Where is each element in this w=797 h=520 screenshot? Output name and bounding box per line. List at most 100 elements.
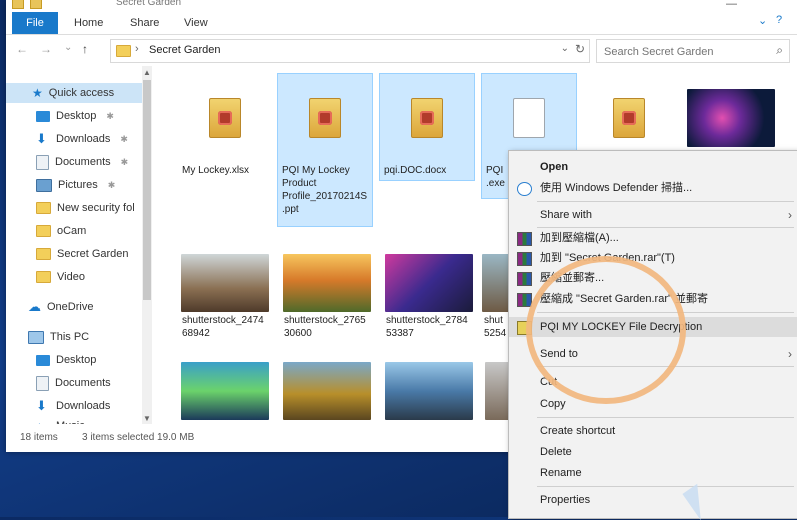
menu-separator xyxy=(537,312,794,313)
pin-icon[interactable]: ✱ xyxy=(108,175,116,195)
scrollbar-thumb[interactable] xyxy=(143,80,151,300)
menu-item-compress-rar-email[interactable]: 壓縮成 "Secret Garden.rar" 並郵寄 xyxy=(509,289,797,309)
address-dropdown-button[interactable]: ⌄ xyxy=(561,43,569,54)
sidebar-item-documents[interactable]: Documents ✱ xyxy=(36,152,128,172)
sidebar-item-pc-desktop[interactable]: Desktop xyxy=(36,350,96,370)
help-button[interactable]: ? xyxy=(776,14,782,26)
menu-item-add-archive[interactable]: 加到壓縮檔(A)... xyxy=(509,228,797,248)
pin-icon[interactable]: ✱ xyxy=(121,152,129,172)
sidebar-item-onedrive[interactable]: ☁ OneDrive xyxy=(28,297,93,317)
locked-file-icon xyxy=(411,98,443,138)
tab-view[interactable]: View xyxy=(178,14,214,32)
file-item-photo[interactable] xyxy=(684,74,778,162)
locked-file-icon xyxy=(613,98,645,138)
menu-item-create-shortcut[interactable]: Create shortcut xyxy=(509,421,797,441)
image-item-247468942[interactable]: shutterstock_247468942 xyxy=(178,254,272,342)
sidebar-item-label: New security fol xyxy=(57,202,135,214)
sidebar-item-this-pc[interactable]: This PC xyxy=(28,327,89,347)
sidebar-item-new-security-folder[interactable]: New security fol xyxy=(36,198,135,218)
menu-item-add-rar[interactable]: 加到 "Secret Garden.rar"(T) xyxy=(509,248,797,268)
minimize-button[interactable]: — xyxy=(726,0,737,10)
menu-item-share-with[interactable]: Share with › xyxy=(509,205,797,225)
file-item-pqi-product-profile[interactable]: PQI My Lockey Product Profile_20170214S.… xyxy=(277,73,373,227)
sidebar-item-pc-documents[interactable]: Documents xyxy=(36,373,111,393)
properties-icon[interactable] xyxy=(30,0,42,9)
tab-home[interactable]: Home xyxy=(68,14,109,32)
navigation-scrollbar[interactable]: ▲ ▼ xyxy=(142,66,152,424)
folder-icon xyxy=(12,0,24,9)
sidebar-item-pc-music[interactable]: ♪ Music xyxy=(36,416,85,424)
search-input[interactable] xyxy=(602,43,766,60)
file-item-pqi-doc[interactable]: pqi.DOC.docx xyxy=(379,73,475,181)
menu-item-open[interactable]: Open xyxy=(509,157,797,177)
menu-item-cut[interactable]: Cut xyxy=(509,372,797,392)
selection-info: 3 items selected 19.0 MB xyxy=(82,432,195,443)
sidebar-item-pc-downloads[interactable]: ⬇ Downloads xyxy=(36,396,110,416)
sidebar-item-ocam[interactable]: oCam xyxy=(36,221,86,241)
menu-item-delete[interactable]: Delete xyxy=(509,442,797,462)
menu-item-send-to[interactable]: Send to › xyxy=(509,344,797,364)
up-button[interactable]: ↑ xyxy=(82,42,88,56)
breadcrumb-current[interactable]: Secret Garden xyxy=(149,44,221,56)
sidebar-item-label: oCam xyxy=(57,225,87,237)
tab-share[interactable]: Share xyxy=(124,14,165,32)
locked-file-icon xyxy=(309,98,341,138)
menu-item-label: Cut xyxy=(540,376,558,388)
sidebar-item-label: This PC xyxy=(50,331,90,343)
sidebar-item-label: Documents xyxy=(55,377,111,389)
sidebar-item-pictures[interactable]: Pictures ✱ xyxy=(36,175,115,195)
menu-item-label: Share with xyxy=(540,209,592,221)
ribbon-expand-button[interactable]: ⌄ xyxy=(758,14,767,27)
ribbon-tabs: File Home Share View ⌄ ? xyxy=(6,10,797,35)
scroll-up-icon[interactable]: ▲ xyxy=(143,68,151,77)
menu-item-label: 壓縮成 "Secret Garden.rar" 並郵寄 xyxy=(540,293,708,305)
menu-item-label: 加到 "Secret Garden.rar"(T) xyxy=(540,252,675,264)
sidebar-item-quick-access[interactable]: ★ Quick access xyxy=(6,83,142,103)
menu-item-label: Delete xyxy=(540,446,572,458)
pin-icon[interactable]: ✱ xyxy=(120,129,128,149)
sidebar-item-label: Downloads xyxy=(56,400,111,412)
recent-locations-button[interactable]: ⌄ xyxy=(64,42,72,53)
folder-icon xyxy=(116,45,131,57)
documents-icon xyxy=(36,375,49,391)
sidebar-item-desktop[interactable]: Desktop ✱ xyxy=(36,106,114,126)
address-bar[interactable]: › Secret Garden ⌄ ↻ xyxy=(110,39,590,63)
sidebar-item-label: OneDrive xyxy=(47,301,94,313)
menu-item-copy[interactable]: Copy xyxy=(509,394,797,414)
menu-item-compress-email[interactable]: 壓縮並郵寄... xyxy=(509,268,797,288)
scroll-down-icon[interactable]: ▼ xyxy=(143,414,151,423)
menu-item-properties[interactable]: Properties xyxy=(509,490,797,510)
quick-access-toolbar xyxy=(12,0,42,9)
menu-item-label: 壓縮並郵寄... xyxy=(540,272,605,284)
search-icon[interactable]: ⌕ xyxy=(776,43,783,58)
sidebar-item-video[interactable]: Video xyxy=(36,267,85,287)
sidebar-item-secret-garden[interactable]: Secret Garden xyxy=(36,244,129,264)
file-name: shutterstock_276530600 xyxy=(284,315,366,339)
chevron-right-icon: › xyxy=(788,347,792,361)
image-thumbnail[interactable] xyxy=(385,362,473,420)
menu-separator xyxy=(537,486,794,487)
sidebar-item-downloads[interactable]: ⬇ Downloads ✱ xyxy=(36,129,128,149)
file-item-my-lockey-xlsx[interactable]: My Lockey.xlsx xyxy=(178,74,272,179)
menu-item-label: 使用 Windows Defender 掃描... xyxy=(540,182,693,194)
image-item-278453387[interactable]: shutterstock_278453387 xyxy=(382,254,476,342)
forward-button[interactable]: → xyxy=(40,42,52,56)
cloud-icon: ☁ xyxy=(28,299,41,314)
image-thumbnail[interactable] xyxy=(181,362,269,420)
image-item-276530600[interactable]: shutterstock_276530600 xyxy=(280,254,374,342)
breadcrumb-chevron-icon[interactable]: › xyxy=(135,43,139,55)
menu-item-pqi-decryption[interactable]: PQI MY LOCKEY File Decryption xyxy=(509,317,797,337)
pin-icon[interactable]: ✱ xyxy=(106,106,114,126)
menu-item-defender-scan[interactable]: 使用 Windows Defender 掃描... xyxy=(509,178,797,198)
menu-item-rename[interactable]: Rename xyxy=(509,463,797,483)
downloads-icon: ⬇ xyxy=(36,131,47,146)
image-thumbnail xyxy=(283,254,371,312)
search-box[interactable]: ⌕ xyxy=(596,39,790,63)
refresh-button[interactable]: ↻ xyxy=(575,42,585,56)
tab-file[interactable]: File xyxy=(12,12,58,34)
folder-icon xyxy=(36,271,51,283)
sidebar-item-label: Music xyxy=(56,416,85,424)
file-item-locked[interactable] xyxy=(582,74,676,162)
back-button[interactable]: ← xyxy=(16,42,28,56)
image-thumbnail[interactable] xyxy=(283,362,371,420)
